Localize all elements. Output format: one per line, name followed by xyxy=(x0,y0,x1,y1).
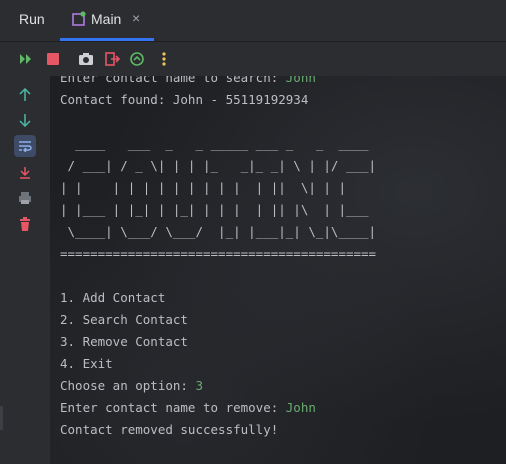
debug-icon[interactable] xyxy=(128,50,146,68)
sidebar-resize-handle[interactable] xyxy=(0,406,3,430)
separator-line: ========================================… xyxy=(60,246,377,261)
console-line: Contact found: John - 55119192934 xyxy=(60,92,309,107)
screenshot-icon[interactable] xyxy=(77,50,95,68)
console-line: Enter contact name to remove: John xyxy=(60,400,316,415)
user-input: John xyxy=(285,400,316,415)
active-tab-indicator xyxy=(60,38,154,41)
down-icon[interactable] xyxy=(14,109,36,131)
run-tool-window-title[interactable]: Run xyxy=(19,11,45,27)
menu-option: 4. Exit xyxy=(60,356,113,371)
more-icon[interactable] xyxy=(155,50,173,68)
run-toolbar xyxy=(0,42,506,76)
menu-option: 2. Search Contact xyxy=(60,312,188,327)
ascii-banner-line: ____ ___ _ _ _____ ___ _ _ ____ xyxy=(60,136,377,151)
menu-option: 1. Add Contact xyxy=(60,290,166,305)
ascii-banner-line: \____| \___/ \___/ |_| |___|_| \_|\____| xyxy=(60,224,377,239)
ascii-banner-line: / ___| / _ \| | | |_ _|_ _| \ | |/ ___| xyxy=(60,158,377,173)
user-input: John xyxy=(285,76,316,85)
exit-icon[interactable] xyxy=(103,50,121,68)
console-line: Choose an option: 3 xyxy=(60,378,203,393)
close-tab-icon[interactable]: × xyxy=(132,10,140,26)
scroll-to-end-icon[interactable] xyxy=(14,162,36,184)
tab-main-label: Main xyxy=(91,11,122,27)
rerun-icon[interactable] xyxy=(17,50,35,68)
soft-wrap-icon[interactable] xyxy=(14,135,36,157)
ascii-banner-line: | | | | | | | | | | | | || \| | | xyxy=(60,180,377,195)
stop-icon[interactable] xyxy=(44,50,62,68)
tool-window-header: Run Main × xyxy=(0,0,506,42)
clear-icon[interactable] xyxy=(14,213,36,235)
console-output[interactable]: Enter contact name to search: John Conta… xyxy=(50,76,506,464)
application-icon xyxy=(72,11,86,27)
console-line: Contact removed successfully! xyxy=(60,422,279,437)
user-input: 3 xyxy=(195,378,203,393)
up-icon[interactable] xyxy=(14,84,36,106)
console-sidebar xyxy=(0,76,50,464)
menu-option: 3. Remove Contact xyxy=(60,334,188,349)
print-icon[interactable] xyxy=(14,187,36,209)
ascii-banner-line: | |___ | |_| | |_| | | | | || |\ | |___ xyxy=(60,202,377,217)
tab-main[interactable]: Main × xyxy=(60,0,154,41)
console-line: Enter contact name to search: John xyxy=(60,76,316,89)
